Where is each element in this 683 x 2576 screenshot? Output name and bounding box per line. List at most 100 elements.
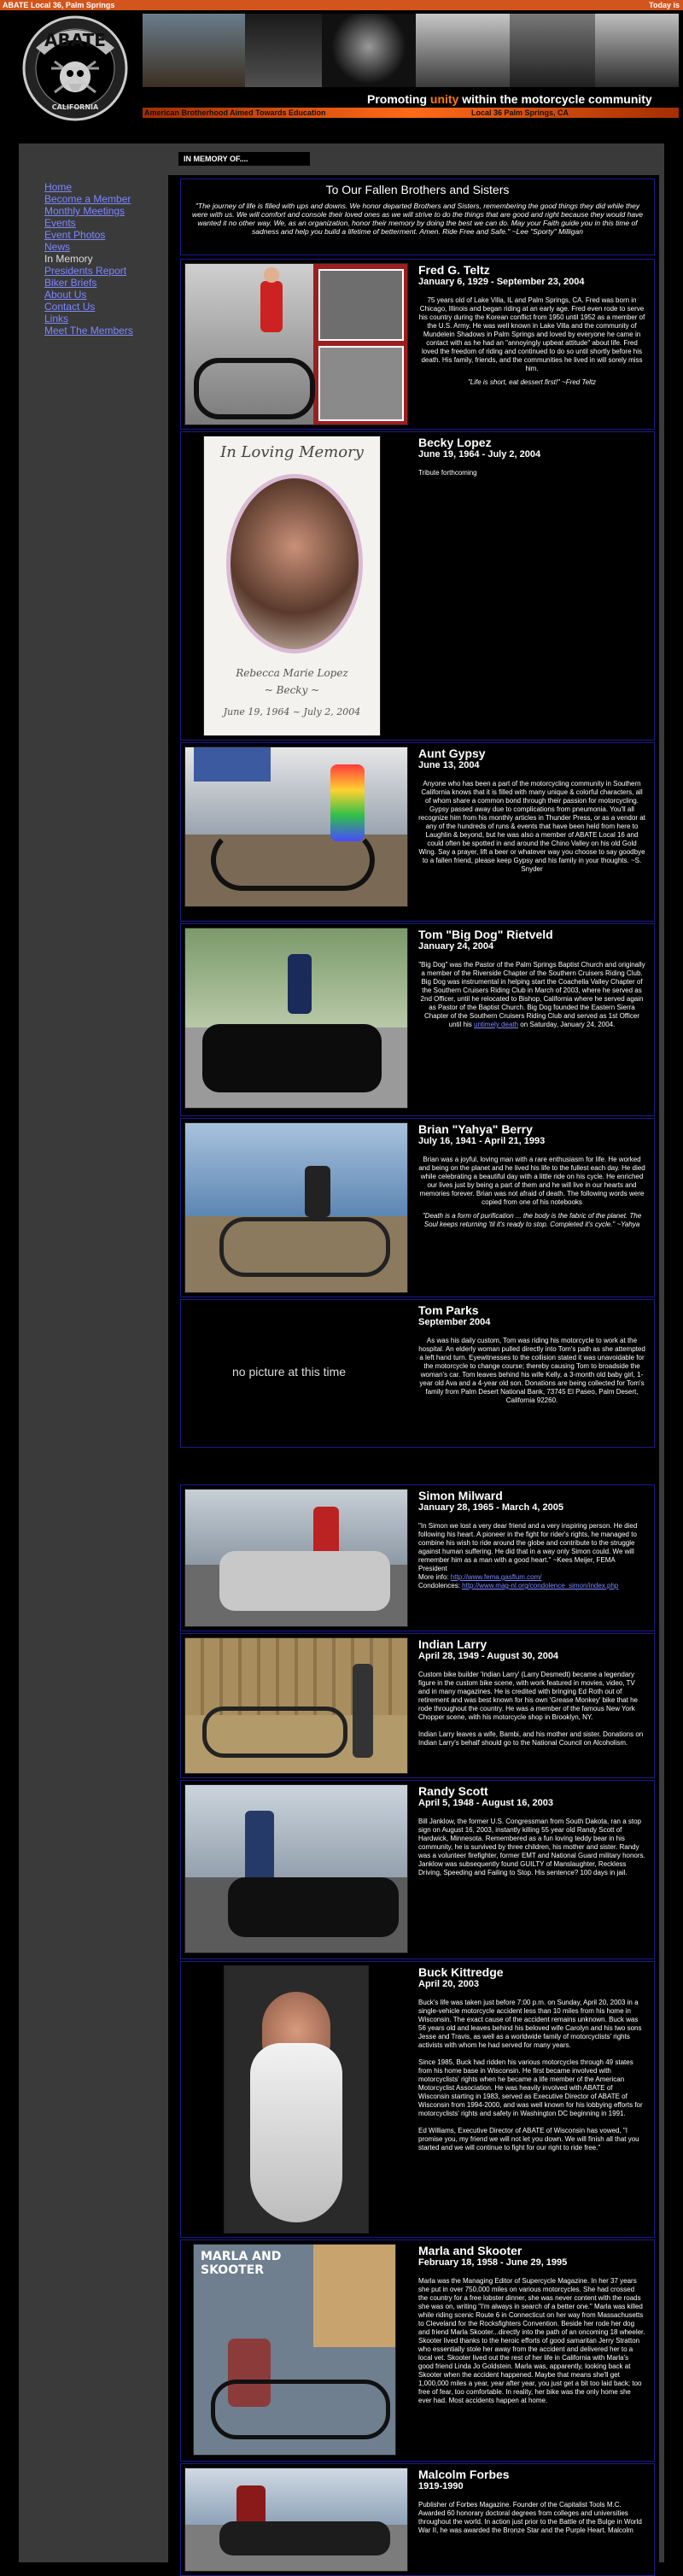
more-info-link[interactable]: http://www.fema.gasflum.com/: [451, 1573, 542, 1581]
nav-home[interactable]: Home: [44, 181, 172, 193]
card-title: In Loving Memory: [220, 443, 364, 461]
memorial-dates: July 16, 1941 - April 21, 1993: [418, 1136, 546, 1146]
memorial-name: Tom Parks: [418, 1303, 479, 1317]
nav-events[interactable]: Events: [44, 217, 172, 229]
local-name: Local 36 Palm Springs, CA: [471, 108, 569, 117]
memorial-text: Tom "Big Dog" Rietveld January 24, 2004 …: [418, 928, 645, 1029]
nav-presidents-report[interactable]: Presidents Report: [44, 265, 172, 277]
card-name: Rebecca Marie Lopez: [236, 667, 348, 679]
svg-text:CALIFORNIA: CALIFORNIA: [52, 103, 99, 111]
sidebar-nav: Home Become a Member Monthly Meetings Ev…: [44, 181, 172, 337]
memorial-photo: [224, 1965, 369, 2234]
memorial-photo: [184, 746, 408, 907]
memorial-dates: June 19, 1964 - July 2, 2004: [418, 449, 541, 460]
card-dates: June 19, 1964 ~ July 2, 2004: [223, 706, 361, 717]
memorial-entry: Tom "Big Dog" Rietveld January 24, 2004 …: [180, 923, 655, 1116]
memorial-dates: September 2004: [418, 1317, 491, 1327]
memorial-name: Fred G. Teltz: [418, 263, 490, 277]
memorial-bio: Publisher of Forbes Magazine. Founder of…: [418, 2501, 642, 2534]
page-title: To Our Fallen Brothers and Sisters: [325, 183, 510, 196]
memorial-bio: "Big Dog" was the Pastor of the Palm Spr…: [418, 961, 645, 1028]
nav-biker-briefs[interactable]: Biker Briefs: [44, 277, 172, 289]
memorial-bio: As was his daily custom, Tom was riding …: [418, 1337, 645, 1404]
memorial-text: Tom Parks September 2004 As was his dail…: [418, 1303, 645, 1405]
memorial-bio: Tribute forthcoming: [418, 469, 477, 477]
memorial-name: Brian "Yahya" Berry: [418, 1122, 533, 1136]
memorial-text: Marla and Skooter February 18, 1958 - Ju…: [418, 2244, 645, 2405]
memorial-photo: [184, 263, 408, 425]
memorial-photo: [184, 1784, 408, 1953]
nav-event-photos[interactable]: Event Photos: [44, 229, 172, 241]
memorial-text: Brian "Yahya" Berry July 16, 1941 - Apri…: [418, 1122, 645, 1229]
no-picture-text: no picture at this time: [232, 1365, 347, 1379]
intro-box: To Our Fallen Brothers and Sisters "The …: [180, 179, 655, 255]
header-photo: [322, 14, 417, 87]
nav-contact-us[interactable]: Contact Us: [44, 301, 172, 313]
memorial-quote: "Death is a form of purification ... the…: [422, 1212, 642, 1228]
date-label: Today is: [649, 1, 680, 9]
tagline: Promoting unity within the motorcycle co…: [367, 92, 652, 106]
memorial-card: In Loving Memory Rebecca Marie Lopez ~ B…: [203, 436, 381, 736]
memorial-quote: "Life is short, eat dessert first!" ~Fre…: [467, 378, 597, 386]
memorial-name: Marla and Skooter: [418, 2244, 522, 2257]
memorial-entry: Malcolm Forbes 1919-1990 Publisher of Fo…: [180, 2463, 655, 2576]
memorial-dates: April 28, 1949 - August 30, 2004: [418, 1651, 559, 1661]
memorial-dates: June 13, 2004: [418, 760, 480, 770]
nav-news[interactable]: News: [44, 241, 172, 253]
condolences-link[interactable]: http://www.mag-nl.org/condolence_simon/i…: [462, 1582, 618, 1590]
memorial-text: Indian Larry April 28, 1949 - August 30,…: [418, 1637, 645, 1748]
nav-links[interactable]: Links: [44, 313, 172, 325]
memorial-entry: Fred G. Teltz January 6, 1929 - Septembe…: [180, 259, 655, 430]
memorial-entry: no picture at this time Tom Parks Septem…: [180, 1299, 655, 1448]
memorial-name: Becky Lopez: [418, 436, 492, 449]
memorial-dates: April 5, 1948 - August 16, 2003: [418, 1798, 553, 1808]
header: ABATE CALIFORNIA Promoting unity within …: [0, 10, 683, 123]
memorial-entry: Simon Milward January 28, 1965 - March 4…: [180, 1484, 655, 1631]
memorial-bio: Bill Janklow, the former U.S. Congressma…: [418, 1818, 645, 1876]
memorial-dates: January 6, 1929 - September 23, 2004: [418, 277, 585, 287]
memorial-entry: Brian "Yahya" Berry July 16, 1941 - Apri…: [180, 1118, 655, 1297]
section-tab: IN MEMORY OF....: [178, 152, 310, 166]
memorial-name: Simon Milward: [418, 1489, 503, 1502]
memorial-text: Buck Kittredge April 20, 2003 Buck's lif…: [418, 1965, 645, 2152]
nav-monthly-meetings[interactable]: Monthly Meetings: [44, 205, 172, 217]
nav-about-us[interactable]: About Us: [44, 289, 172, 301]
orange-bar: American Brotherhood Aimed Towards Educa…: [143, 108, 679, 118]
memorial-name: Malcolm Forbes: [418, 2468, 510, 2481]
nav-become-member[interactable]: Become a Member: [44, 193, 172, 205]
memorial-photo: [184, 1637, 408, 1774]
memorial-entry: Indian Larry April 28, 1949 - August 30,…: [180, 1633, 655, 1778]
photo-caption: MARLA AND SKOOTER: [201, 2250, 282, 2277]
portrait: [226, 474, 363, 653]
org-fullname: American Brotherhood Aimed Towards Educa…: [144, 108, 326, 117]
memorial-text: Simon Milward January 28, 1965 - March 4…: [418, 1489, 645, 1590]
header-photo: [510, 14, 596, 87]
memorial-text: Becky Lopez June 19, 1964 - July 2, 2004…: [418, 436, 645, 477]
nav-meet-members[interactable]: Meet The Members: [44, 325, 172, 337]
memorial-bio: Anyone who has been a part of the motorc…: [418, 780, 645, 873]
memorial-bio: Brian was a joyful, loving man with a ra…: [418, 1156, 645, 1228]
memorial-dates: April 20, 2003: [418, 1979, 479, 1989]
memorial-photo: MARLA AND SKOOTER: [193, 2244, 396, 2456]
untimely-death-link[interactable]: untimely death: [474, 1021, 518, 1028]
header-photo: [416, 14, 511, 87]
header-photo: [143, 14, 246, 87]
memorial-dates: 1919-1990: [418, 2481, 464, 2491]
intro-quote: "The journey of life is filled with ups …: [191, 202, 644, 236]
memorial-name: Buck Kittredge: [418, 1965, 504, 1979]
abate-logo[interactable]: ABATE CALIFORNIA: [17, 14, 133, 121]
memorial-entry: MARLA AND SKOOTER Marla and Skooter Febr…: [180, 2239, 655, 2462]
memorial-photo: [184, 1489, 408, 1627]
memorial-photo: [184, 2468, 408, 2572]
top-bar: ABATE Local 36, Palm Springs Today is: [0, 0, 683, 10]
memorial-name: Tom "Big Dog" Rietveld: [418, 928, 553, 941]
memorial-name: Randy Scott: [418, 1784, 488, 1798]
memorial-bio: Marla was the Managing Editor of Supercy…: [418, 2277, 645, 2404]
memorial-entry: In Loving Memory Rebecca Marie Lopez ~ B…: [180, 431, 655, 741]
memorial-photo: [184, 1122, 408, 1293]
header-photo: [245, 14, 323, 87]
memorial-text: Randy Scott April 5, 1948 - August 16, 2…: [418, 1784, 645, 1877]
memorial-photo: [184, 928, 408, 1109]
memorial-entry: Randy Scott April 5, 1948 - August 16, 2…: [180, 1780, 655, 1959]
memorial-dates: February 18, 1958 - June 29, 1995: [418, 2257, 568, 2268]
